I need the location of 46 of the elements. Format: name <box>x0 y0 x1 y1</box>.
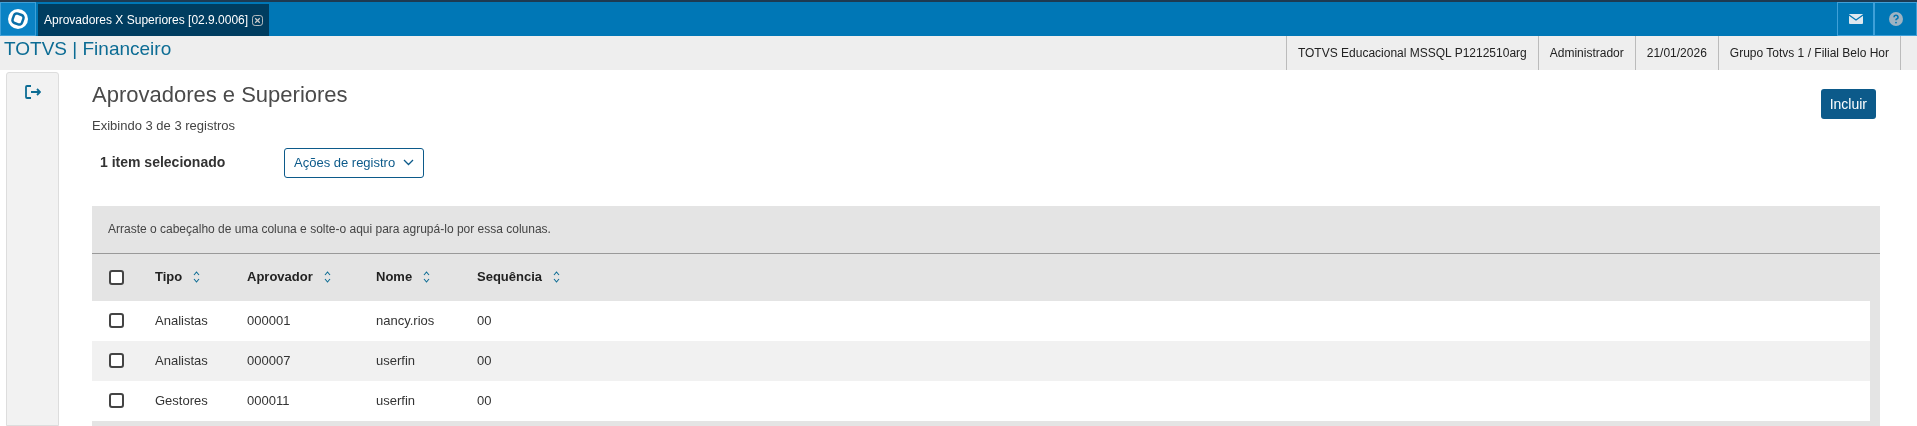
column-header[interactable]: Sequência <box>477 267 597 287</box>
column-header[interactable]: Tipo <box>155 267 247 287</box>
table-cell-text: 00 <box>477 391 493 410</box>
table-cell-text: 000011 <box>247 391 291 410</box>
checkbox[interactable] <box>109 353 124 368</box>
sort-icon <box>423 271 431 283</box>
table-cell-text: nancy.rios <box>376 311 436 330</box>
chevron-down-icon <box>403 159 415 166</box>
table-cell-text: userfin <box>376 351 417 370</box>
checkbox[interactable] <box>109 269 124 285</box>
status-cell: Administrador <box>1537 36 1635 70</box>
selection-count: 1 item selecionado <box>100 153 227 172</box>
help-icon <box>1888 12 1903 26</box>
mail-icon <box>1848 14 1863 24</box>
tab[interactable]: Aprovadores X Superiores [02.9.0006] <box>38 4 270 36</box>
group-hint: Arraste o cabeçalho de uma coluna e solte-o aqui para agrupá-lo por essa colunas. <box>108 221 551 238</box>
column-header[interactable]: Nome <box>376 267 477 287</box>
status-cell: Grupo Totvs 1 / Filial Belo Hor <box>1717 36 1900 70</box>
actions-dropdown[interactable]: Ações de registro <box>284 147 425 178</box>
app-title: TOTVS | Financeiro <box>3 37 172 61</box>
table-cell-text: 000001 <box>247 311 292 330</box>
sort-icon <box>323 271 331 283</box>
status-cell: TOTVS Educacional MSSQL P1212510arg <box>1285 36 1538 70</box>
status-cell: 21/01/2026 <box>1634 36 1718 70</box>
table-cell-text: Analistas <box>155 351 209 370</box>
table-cell-text: userfin <box>376 391 417 410</box>
add-button[interactable]: Incluir <box>1820 89 1876 119</box>
table-cell-text: 00 <box>477 351 493 370</box>
table-cell-text: Gestores <box>155 391 209 410</box>
checkbox[interactable] <box>109 393 124 408</box>
table-row[interactable]: Analistas 000001 nancy.rios 00 <box>92 300 1870 341</box>
table-row[interactable]: Gestores 000011 userfin 00 <box>92 380 1870 421</box>
sort-icon <box>553 271 561 283</box>
close-icon[interactable] <box>252 14 264 26</box>
table-row[interactable]: Analistas 000007 userfin 00 <box>92 340 1870 381</box>
mail-button[interactable] <box>1837 2 1874 36</box>
page-title: Aprovadores e Superiores <box>92 81 348 109</box>
table-cell-text: 00 <box>477 311 493 330</box>
exit-icon[interactable] <box>24 85 41 99</box>
column-header[interactable]: Aprovador <box>247 267 376 287</box>
logo-icon[interactable] <box>0 2 36 36</box>
checkbox[interactable] <box>109 313 124 328</box>
record-count: Exibindo 3 de 3 registros <box>92 117 237 135</box>
table-cell-text: Analistas <box>155 311 209 330</box>
table-cell-text: 000007 <box>247 351 292 370</box>
sort-icon <box>193 271 201 283</box>
